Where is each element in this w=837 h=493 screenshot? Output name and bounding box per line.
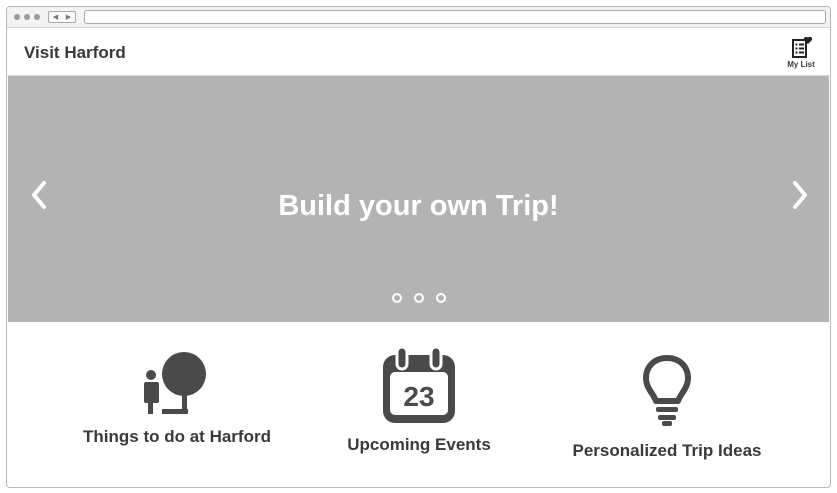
feature-trip-ideas[interactable]: Personalized Trip Ideas	[557, 325, 777, 461]
browser-chrome: ◀ ▶	[7, 7, 830, 28]
feature-label: Things to do at Harford	[83, 427, 271, 446]
window-dot-close[interactable]	[14, 14, 20, 20]
feature-links: Things to do at Harford 23 Upcoming Even…	[7, 325, 830, 487]
browser-window: ◀ ▶ Visit Harford My List Build your own…	[6, 6, 831, 488]
browser-nav-buttons: ◀ ▶	[48, 11, 76, 23]
carousel-indicators	[8, 293, 829, 303]
my-list-label: My List	[787, 60, 815, 69]
feature-label: Upcoming Events	[347, 435, 491, 454]
chevron-right-icon	[793, 181, 807, 209]
carousel-dot[interactable]	[391, 293, 402, 303]
carousel-next-button[interactable]	[791, 180, 809, 215]
window-dot-minimize[interactable]	[24, 14, 30, 20]
window-dot-maximize[interactable]	[34, 14, 40, 20]
list-heart-icon	[792, 37, 813, 58]
site-header: Visit Harford My List	[7, 28, 830, 76]
calendar-day: 23	[403, 381, 434, 412]
hero-carousel: Build your own Trip!	[8, 76, 829, 322]
carousel-dot[interactable]	[413, 293, 424, 303]
lightbulb-icon	[643, 355, 691, 426]
forward-icon[interactable]: ▶	[66, 14, 71, 21]
calendar-icon: 23	[383, 347, 455, 423]
my-list-button[interactable]: My List	[784, 37, 818, 69]
hero-title: Build your own Trip!	[278, 190, 559, 222]
feature-label: Personalized Trip Ideas	[572, 441, 762, 460]
park-activity-icon	[144, 352, 206, 414]
site-title[interactable]: Visit Harford	[24, 43, 126, 63]
back-icon[interactable]: ◀	[53, 14, 58, 21]
carousel-dot[interactable]	[435, 293, 446, 303]
feature-upcoming-events[interactable]: 23 Upcoming Events	[309, 325, 529, 455]
feature-things-to-do[interactable]: Things to do at Harford	[67, 325, 287, 447]
address-bar[interactable]	[84, 10, 826, 24]
